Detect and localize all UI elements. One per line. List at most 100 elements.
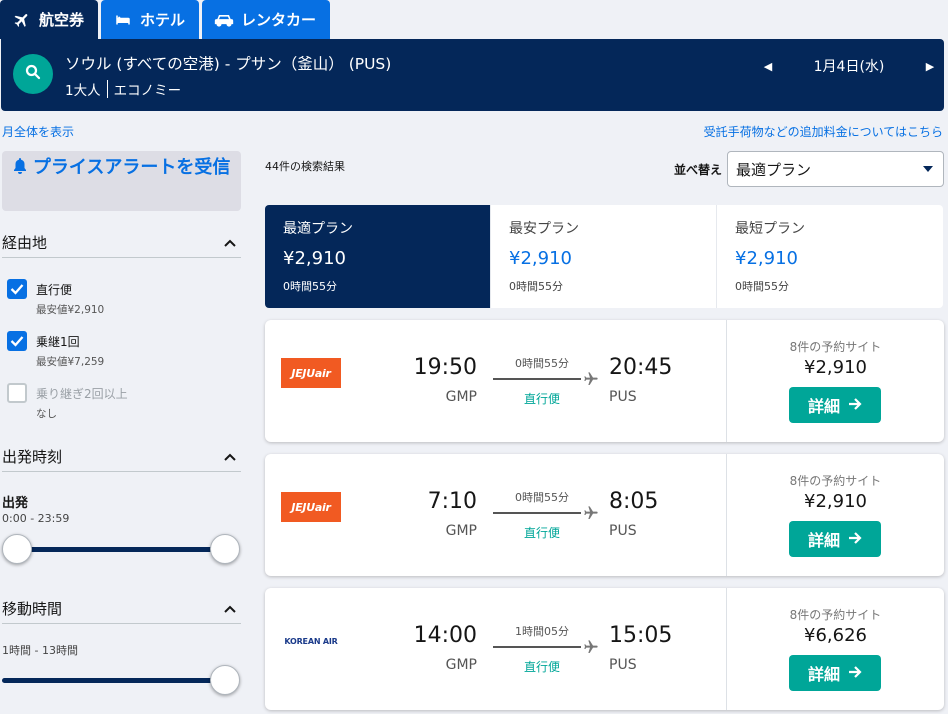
- arrow-right-icon: [848, 664, 862, 683]
- passenger-cabin: 1大人 エコノミー: [65, 79, 181, 99]
- booking-sites-count: 8件の予約サイト: [789, 608, 882, 622]
- selected-date[interactable]: 1月4日(水): [814, 56, 885, 76]
- price-alert-button[interactable]: プライスアラートを受信: [2, 151, 241, 211]
- date-navigator: ◀ 1月4日(水) ▶: [754, 53, 944, 79]
- next-date-icon[interactable]: ▶: [916, 60, 944, 73]
- baggage-fees-link[interactable]: 受託手荷物などの追加料金についてはこちら: [704, 123, 943, 140]
- arrival-time: 15:05: [609, 623, 673, 648]
- flight-price: ¥2,910: [804, 357, 867, 378]
- flight-price: ¥2,910: [804, 491, 867, 512]
- filter-stops-header[interactable]: 経由地: [2, 228, 241, 258]
- departure-range: 0:00 - 23:59: [2, 512, 70, 525]
- stops-text: 直行便: [523, 392, 560, 406]
- duration-slider-track[interactable]: [2, 678, 234, 683]
- details-label: 詳細: [807, 665, 840, 684]
- details-label: 詳細: [807, 397, 840, 416]
- filter-title: 移動時間: [2, 600, 63, 618]
- departure-slider-max-handle[interactable]: [210, 534, 240, 564]
- duration-range: 1時間 - 13時間: [2, 644, 78, 657]
- sort-value: 最適プラン: [736, 160, 812, 179]
- details-button[interactable]: 詳細: [789, 521, 881, 557]
- search-button[interactable]: [13, 54, 53, 94]
- departure-label: 出発: [2, 496, 29, 511]
- filter-duration-header[interactable]: 移動時間: [2, 594, 241, 624]
- plan-title: 最短プラン: [735, 221, 805, 237]
- plan-price: ¥2,910: [735, 248, 798, 269]
- departure-time: 14:00: [413, 623, 477, 648]
- chevron-up-icon[interactable]: [223, 602, 237, 616]
- option-min-price: 最安値¥7,259: [36, 356, 105, 368]
- plane-icon: [583, 371, 599, 387]
- route-line: [493, 378, 581, 380]
- stops-option-one-stop[interactable]: 乗継1回 最安値¥7,259: [7, 331, 104, 369]
- departure-slider-min-handle[interactable]: [2, 534, 32, 564]
- plan-duration: 0時間55分: [735, 280, 789, 293]
- sort-label: 並べ替え: [674, 163, 723, 177]
- departure-airport: GMP: [445, 523, 477, 539]
- flight-card[interactable]: KOREAN AIR 14:00 GMP 1時間05分 直行便 15:05 PU…: [265, 588, 944, 710]
- tab-label: レンタカー: [241, 11, 317, 29]
- plane-icon: [583, 639, 599, 655]
- plan-duration: 0時間55分: [509, 280, 563, 293]
- arrival-airport: PUS: [609, 657, 637, 673]
- plan-tab-cheapest[interactable]: 最安プラン ¥2,910 0時間55分: [491, 205, 717, 308]
- option-label: 直行便: [36, 283, 73, 297]
- month-view-link[interactable]: 月全体を表示: [2, 123, 74, 140]
- stops-text: 直行便: [523, 526, 560, 540]
- plan-tab-fastest[interactable]: 最短プラン ¥2,910 0時間55分: [717, 205, 943, 308]
- checkbox-checked[interactable]: [7, 279, 27, 299]
- tab-flights[interactable]: 航空券: [0, 0, 99, 39]
- search-icon: [24, 63, 42, 85]
- previous-date-icon[interactable]: ◀: [754, 60, 782, 73]
- plan-title: 最安プラン: [509, 221, 579, 237]
- arrow-right-icon: [848, 530, 862, 549]
- route-line: [493, 512, 581, 514]
- price-alert-label: プライスアラートを受信: [32, 157, 231, 178]
- option-min-price: なし: [36, 408, 57, 420]
- plan-duration: 0時間55分: [283, 280, 337, 293]
- arrival-time: 20:45: [609, 355, 673, 380]
- airline-logo: JEJUair: [281, 358, 341, 388]
- product-tabs: 航空券 ホテル レンタカー: [0, 0, 331, 39]
- stops-option-direct[interactable]: 直行便 最安値¥2,910: [7, 279, 104, 317]
- filter-departure-header[interactable]: 出発時刻: [2, 442, 241, 472]
- plane-icon: [583, 505, 599, 521]
- tab-label: 航空券: [39, 11, 85, 29]
- duration-slider-handle[interactable]: [210, 665, 240, 695]
- departure-airport: GMP: [445, 389, 477, 405]
- chevron-up-icon[interactable]: [223, 450, 237, 464]
- departure-time: 19:50: [413, 355, 477, 380]
- plan-tab-best[interactable]: 最適プラン ¥2,910 0時間55分: [265, 205, 491, 308]
- tab-hotels[interactable]: ホテル: [101, 0, 200, 39]
- flight-card[interactable]: JEJUair 7:10 GMP 0時間55分 直行便 8:05 PUS 8件の…: [265, 454, 944, 576]
- sort-select[interactable]: 最適プラン: [727, 151, 944, 187]
- flight-price: ¥6,626: [804, 625, 867, 646]
- tab-car-rental[interactable]: レンタカー: [202, 0, 331, 39]
- divider: [106, 80, 108, 98]
- plan-price: ¥2,910: [283, 248, 346, 269]
- route-line: [493, 646, 581, 648]
- cabin-class: エコノミー: [113, 83, 182, 99]
- departure-slider-track[interactable]: [4, 547, 236, 552]
- plan-price: ¥2,910: [509, 248, 572, 269]
- airline-logo: KOREAN AIR: [284, 636, 338, 646]
- details-label: 詳細: [807, 531, 840, 550]
- plan-tabs: 最適プラン ¥2,910 0時間55分 最安プラン ¥2,910 0時間55分 …: [265, 205, 944, 308]
- chevron-up-icon[interactable]: [223, 236, 237, 250]
- arrival-time: 8:05: [609, 489, 659, 514]
- departure-time: 7:10: [427, 489, 477, 514]
- search-summary[interactable]: ソウル (すべての空港) - プサン（釜山） (PUS) 1大人 エコノミー ◀…: [1, 39, 944, 111]
- flight-card[interactable]: JEJUair 19:50 GMP 0時間55分 直行便 20:45 PUS 8…: [265, 320, 944, 442]
- details-button[interactable]: 詳細: [789, 387, 881, 423]
- details-button[interactable]: 詳細: [789, 655, 881, 691]
- passenger-count: 1大人: [65, 83, 101, 99]
- booking-sites-count: 8件の予約サイト: [789, 474, 882, 488]
- bed-icon: [113, 10, 133, 30]
- filter-title: 出発時刻: [2, 448, 63, 466]
- airline-logo: JEJUair: [281, 492, 341, 522]
- route-text: ソウル (すべての空港) - プサン（釜山） (PUS): [65, 55, 392, 73]
- flight-duration: 0時間55分: [515, 491, 569, 504]
- flight-duration: 1時間05分: [515, 625, 569, 638]
- checkbox-checked[interactable]: [7, 331, 27, 351]
- plan-title: 最適プラン: [283, 221, 353, 237]
